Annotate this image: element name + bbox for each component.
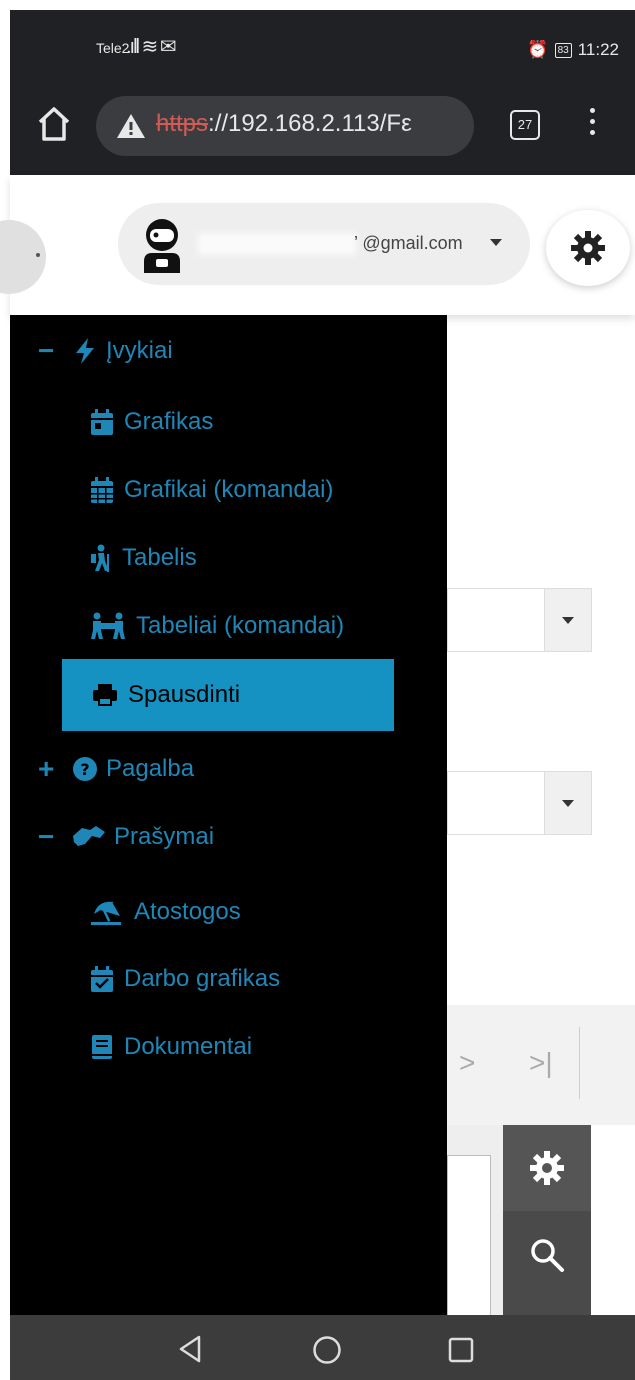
redacted-area [202,237,352,252]
menu-item-darbo-grafikas[interactable]: Darbo grafikas [90,960,280,998]
warning-icon [117,114,145,138]
question-circle-icon: ? [73,757,97,781]
menu-item-label: Spausdinti [128,681,241,708]
pagination-bar: > >| [447,1005,635,1125]
last-page-icon[interactable]: >| [529,1047,553,1079]
select-field-1[interactable] [447,588,592,652]
search-icon [531,1239,564,1272]
menu-item-spausdinti[interactable]: Spausdinti [62,659,394,731]
home-icon[interactable] [36,104,72,144]
bolt-icon [76,338,94,364]
svg-text:?: ? [80,760,89,779]
menu-item-atostogos[interactable]: Atostogos [90,893,241,931]
home-circle-icon[interactable] [312,1335,342,1365]
url-text: https://192.168.2.113/Fε [156,110,412,138]
menu-item-label: Grafikas [124,408,214,435]
status-bar: Tele2 .ıll ≋ ✉ ⏰ 83 11:22 [10,10,635,80]
print-icon [93,684,117,706]
menu-item-label: Grafikai (komandai) [124,476,334,503]
back-triangle-icon[interactable] [178,1335,202,1363]
calendar-check-icon [91,966,113,992]
select-field-2[interactable] [447,771,592,835]
battery-icon: 83 [554,42,572,58]
browser-menu-icon[interactable] [590,108,598,141]
signal-wifi-mail-icons: .ıll ≋ ✉ [126,36,177,58]
hiking-icon [91,544,109,572]
section-label: Pagalba [106,755,195,782]
calendar-grid-icon [91,477,113,503]
menu-item-label: Tabeliai (komandai) [136,612,345,639]
section-label: Prašymai [114,823,215,850]
menu-item-label: Tabelis [122,544,197,571]
menu-item-label: Dokumentai [124,1033,253,1060]
section-prasymai[interactable]: − Prašymai [38,819,214,855]
menu-item-tabeliai-komandai[interactable]: Tabeliai (komandai) [90,607,344,645]
umbrella-beach-icon [91,901,121,925]
section-pagalba[interactable]: + ? Pagalba [38,751,194,787]
menu-item-label: Darbo grafikas [124,965,281,992]
book-icon [92,1035,112,1059]
url-protocol: https [156,110,209,137]
section-label: Įvykiai [106,337,173,364]
gear-icon [571,231,605,265]
alarm-icon: ⏰ [527,40,549,59]
next-page-icon[interactable]: > [459,1047,475,1079]
carrier-name: Tele2 [96,40,130,56]
people-carry-icon [91,612,125,639]
settings-button[interactable] [546,210,630,286]
tab-switcher-button[interactable]: 27 [510,110,540,140]
user-email: ’ @gmail.com [202,233,502,254]
email-text: ’ @gmail.com [354,233,463,253]
chevron-down-icon [544,589,591,651]
menu-item-tabelis[interactable]: Tabelis [90,539,197,577]
menu-item-label: Atostogos [134,898,241,925]
navigation-drawer: − Įvykiai Grafikas Grafikai (komandai) T… [10,315,447,1315]
handshake-icon [73,826,105,846]
back-button[interactable] [0,220,46,294]
astronaut-avatar-icon [144,219,180,273]
menu-item-dokumentai[interactable]: Dokumentai [90,1028,252,1066]
user-menu-button[interactable]: ’ @gmail.com [118,203,530,285]
menu-item-grafikas[interactable]: Grafikas [90,403,213,441]
divider [579,1027,580,1099]
collapse-icon: − [38,335,55,366]
address-bar[interactable]: https://192.168.2.113/Fε [96,96,474,156]
document-preview [447,1125,503,1317]
collapse-icon: − [38,821,55,852]
url-host: ://192.168.2.113/Fε [208,110,412,137]
system-navigation-bar [10,1315,635,1380]
chevron-down-icon [544,772,591,834]
preview-settings-button[interactable] [503,1125,591,1211]
section-ivykiai[interactable]: − Įvykiai [38,333,173,369]
calendar-day-icon [91,409,113,435]
app-header: ’ @gmail.com [0,175,635,315]
chevron-down-icon [490,239,502,246]
expand-icon: + [38,753,55,784]
clock: 11:22 [577,40,619,59]
preview-search-button[interactable] [503,1211,591,1315]
recents-square-icon[interactable] [448,1337,474,1363]
status-right: ⏰ 83 11:22 [527,40,619,60]
menu-item-grafikai-komandai[interactable]: Grafikai (komandai) [90,471,333,509]
browser-toolbar: https://192.168.2.113/Fε 27 [10,80,635,175]
gear-icon [530,1151,564,1185]
